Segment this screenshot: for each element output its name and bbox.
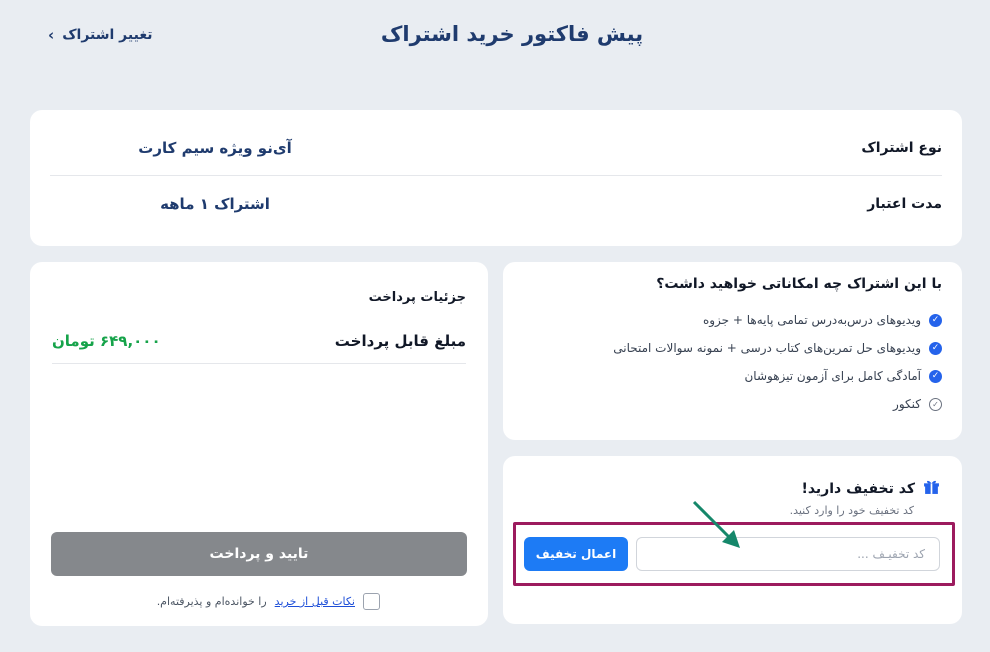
change-subscription-label: تغییر اشتراک [62,27,153,43]
apply-discount-button[interactable]: اعمال تخفیف [524,537,628,571]
change-subscription-link[interactable]: ‹ تغییر اشتراک [48,26,152,44]
discount-header: کد تخفیف دارید! [801,478,940,499]
subscription-info-card: نوع اشتراک آی‌نو ویژه سیم کارت مدت اعتبا… [30,110,962,246]
features-title: با این اشتراک چه امکاناتی خواهید داشت؟ [656,276,942,292]
terms-checkbox[interactable] [363,593,380,610]
discount-title: کد تخفیف دارید! [801,480,915,497]
feature-label: آمادگی کامل برای آزمون تیزهوشان [744,369,921,383]
payment-card: جزئیات پرداخت مبلغ قابل پرداخت ۶۴۹,۰۰۰ ت… [30,262,488,626]
check-circle-icon: ✓ [929,313,942,327]
subscription-type-row: نوع اشتراک آی‌نو ویژه سیم کارت [50,120,942,176]
features-card: با این اشتراک چه امکاناتی خواهید داشت؟ ✓… [503,262,962,440]
terms-text: را خوانده‌ام و پذیرفته‌ام. [156,595,267,608]
feature-item: ✓ ویدیوهای درس‌به‌درس تمامی پایه‌ها + جز… [523,306,942,334]
gift-icon [923,478,940,499]
pointer-arrow-icon [692,500,740,548]
check-circle-icon: ✓ [929,341,942,355]
payment-amount-row: مبلغ قابل پرداخت ۶۴۹,۰۰۰ تومان [52,324,466,364]
discount-card: کد تخفیف دارید! کد تخفیف خود را وارد کنی… [503,456,962,624]
subscription-type-label: نوع اشتراک [861,139,942,156]
terms-agreement: نکات قبل از خرید را خوانده‌ام و پذیرفته‌… [157,593,380,610]
feature-item: ✓ آمادگی کامل برای آزمون تیزهوشان [523,362,942,390]
discount-code-input[interactable] [636,537,940,571]
payment-amount-value: ۶۴۹,۰۰۰ تومان [52,331,161,350]
feature-item: ✓ کنکور [523,390,942,418]
confirm-pay-button[interactable]: تایید و پرداخت [51,532,467,576]
chevron-left-icon: ‹ [48,26,55,44]
payment-title: جزئیات پرداخت [368,290,466,305]
terms-link[interactable]: نکات قبل از خرید [275,595,355,608]
subscription-duration-label: مدت اعتبار [867,196,942,212]
check-circle-icon: ✓ [929,369,942,383]
feature-item: ✓ ویدیوهای حل تمرین‌های کتاب درسی + نمون… [523,334,942,362]
discount-subtitle: کد تخفیف خود را وارد کنید. [789,504,914,517]
feature-label: ویدیوهای حل تمرین‌های کتاب درسی + نمونه … [613,341,921,355]
feature-label: ویدیوهای درس‌به‌درس تمامی پایه‌ها + جزوه [702,313,921,327]
subscription-type-value: آی‌نو ویژه سیم کارت [138,138,292,157]
check-circle-outline-icon: ✓ [929,397,942,411]
payment-amount-label: مبلغ قابل پرداخت [334,331,466,350]
subscription-duration-value: اشتراک ۱ ماهه [160,195,270,213]
feature-label: کنکور [893,397,921,411]
subscription-duration-row: مدت اعتبار اشتراک ۱ ماهه [50,176,942,232]
